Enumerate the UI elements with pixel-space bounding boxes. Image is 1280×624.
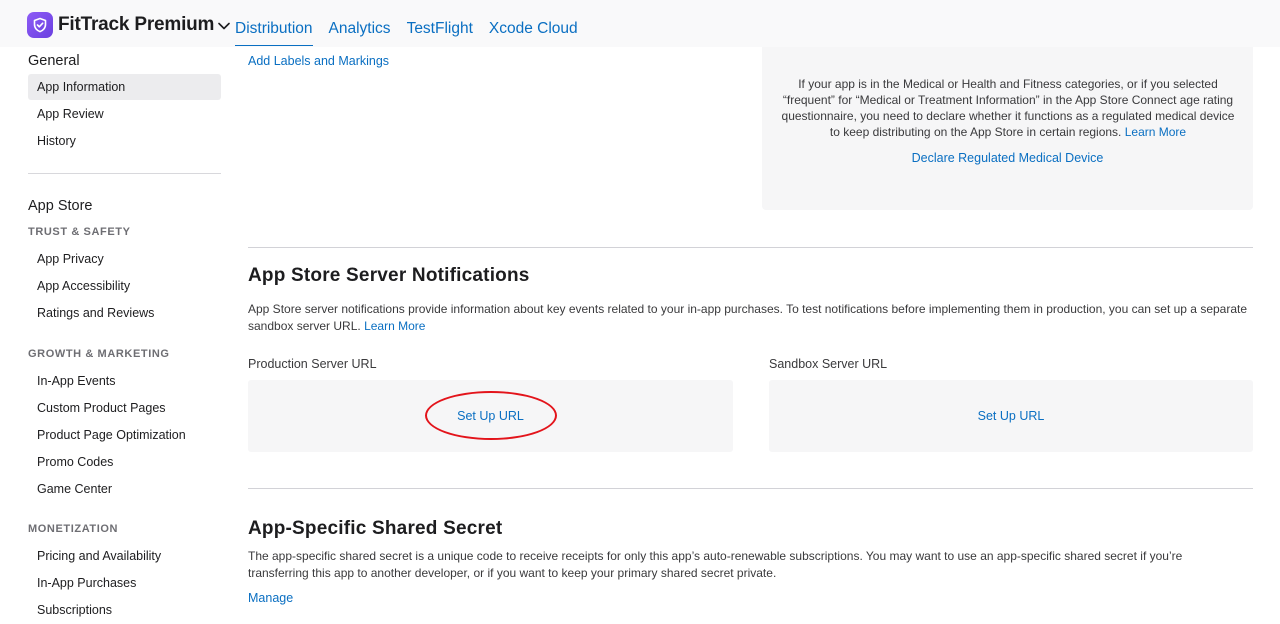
sandbox-url-label: Sandbox Server URL [769, 357, 888, 371]
tab-xcode-cloud[interactable]: Xcode Cloud [489, 0, 578, 47]
notifications-title: App Store Server Notifications [248, 265, 530, 286]
declare-medical-device-link[interactable]: Declare Regulated Medical Device [912, 151, 1104, 165]
divider [248, 488, 1253, 489]
divider [248, 247, 1253, 248]
sandbox-url-box: Set Up URL [769, 380, 1253, 452]
tab-distribution[interactable]: Distribution [235, 0, 313, 47]
tab-testflight[interactable]: TestFlight [407, 0, 473, 47]
main-content: Add Labels and Markings If your app is i… [0, 0, 1280, 624]
production-set-up-url-button[interactable]: Set Up URL [457, 409, 524, 423]
add-labels-link[interactable]: Add Labels and Markings [248, 54, 389, 68]
chevron-down-icon [218, 17, 231, 35]
production-url-label: Production Server URL [248, 357, 377, 371]
shared-secret-description: The app-specific shared secret is a uniq… [248, 549, 1183, 580]
app-name: FitTrack Premium [58, 14, 215, 35]
notifications-description: App Store server notifications provide i… [248, 302, 1248, 333]
shield-check-icon [27, 12, 53, 38]
nav-tabs: Distribution Analytics TestFlight Xcode … [235, 0, 594, 47]
sandbox-set-up-url-button[interactable]: Set Up URL [978, 409, 1045, 423]
tab-analytics[interactable]: Analytics [329, 0, 391, 47]
medical-device-text: If your app is in the Medical or Health … [781, 77, 1235, 139]
top-navigation-bar: FitTrack Premium Distribution Analytics … [0, 0, 1280, 47]
medical-learn-more-link[interactable]: Learn More [1125, 125, 1186, 139]
notifications-learn-more-link[interactable]: Learn More [364, 319, 425, 333]
app-switcher[interactable]: FitTrack Premium [27, 12, 231, 38]
medical-declare-row: Declare Regulated Medical Device [762, 151, 1253, 165]
production-url-box: Set Up URL [248, 380, 733, 452]
manage-shared-secret-link[interactable]: Manage [248, 591, 293, 605]
shared-secret-title: App-Specific Shared Secret [248, 518, 503, 539]
